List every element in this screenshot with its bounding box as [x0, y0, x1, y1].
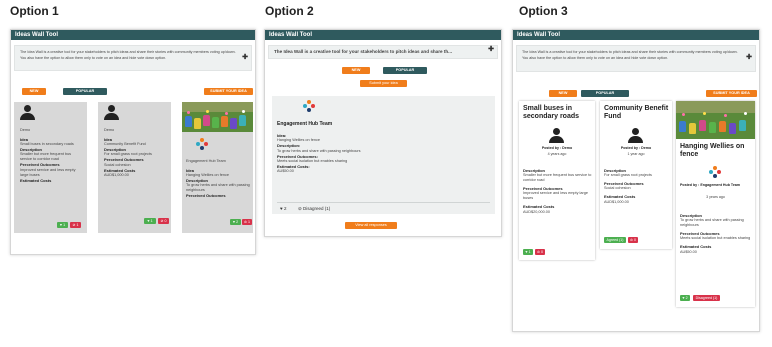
- description-text: The Idea Wall is a creative tool for you…: [20, 50, 236, 60]
- popular-button[interactable]: POPULAR: [383, 67, 427, 74]
- card-author: Demo: [104, 128, 115, 132]
- dislike-button[interactable]: ⊘ 0: [158, 218, 169, 224]
- card-title: Small buses in secondary roads: [523, 105, 580, 120]
- card-author: Engagement Hub Team: [277, 121, 333, 127]
- posted-by: Posted by : Demo: [541, 146, 573, 150]
- post-age: 3 years ago: [706, 195, 725, 199]
- panel-header-title: Ideas Wall Tool: [265, 30, 501, 40]
- option-2-panel: Ideas Wall Tool The Idea Wall is a creat…: [264, 29, 502, 237]
- avatar-icon: [20, 105, 35, 120]
- perceived-label: Perceived Outcomes: [186, 193, 226, 199]
- option-3-panel: Ideas Wall Tool The Idea Wall is a creat…: [512, 29, 760, 332]
- disagree-button[interactable]: Disagreed (1): [693, 295, 720, 301]
- engagement-hub-logo-icon: [303, 100, 315, 112]
- option-1-title: Option 1: [10, 4, 59, 18]
- estimated-text: AUD$20,000.00: [523, 209, 551, 214]
- option-2-title: Option 2: [265, 4, 314, 18]
- like-button[interactable]: ♥ 1: [144, 218, 156, 224]
- engagement-hub-logo-icon: [709, 166, 721, 178]
- idea-card[interactable]: Hanging Wellies on fence Posted by : Eng…: [676, 101, 755, 307]
- card-title: Community Benefit Fund: [604, 105, 669, 120]
- perceived-text: Improved service and less empty large bu…: [20, 167, 76, 177]
- dislike-icon: ⊘: [298, 206, 302, 211]
- expand-plus-icon[interactable]: ✚: [488, 46, 494, 53]
- description-text: To grow herbs and share with passing nei…: [680, 218, 744, 228]
- perceived-text: Meets social isolation but enables shari…: [680, 236, 751, 241]
- card-author: Engagement Hub Team: [186, 159, 226, 163]
- posted-by: Posted by : Demo: [620, 146, 652, 150]
- like-button[interactable]: ♥ 1: [57, 222, 68, 228]
- description-text: For small grass root projects: [604, 173, 652, 178]
- avatar-icon: [104, 105, 119, 120]
- estimated-text: AU$50.00: [277, 169, 294, 174]
- disagree-button[interactable]: ⊘ Disagreed (1): [298, 206, 330, 212]
- card-title: Hanging Wellies on fence: [680, 143, 745, 158]
- idea-card[interactable]: Engagement Hub Team Idea: Hanging Wellie…: [272, 96, 495, 214]
- dislike-button[interactable]: ⊘ 1: [242, 219, 252, 225]
- estimated-label: Estimated Costs: [20, 177, 52, 183]
- agree-button[interactable]: Agreed (1): [604, 237, 626, 243]
- wellies-photo: [676, 101, 755, 139]
- dislike-button[interactable]: ⊘ 0: [628, 237, 638, 243]
- avatar-icon: [628, 128, 643, 143]
- idea-card[interactable]: Small buses in secondary roads Posted by…: [519, 101, 595, 260]
- perceived-text: Social cohesion: [604, 186, 631, 191]
- description-box[interactable]: The Idea Wall is a creative tool for you…: [516, 45, 756, 72]
- like-button[interactable]: ♥ 2: [280, 206, 286, 211]
- dislike-button[interactable]: ⊘ 1: [70, 222, 81, 228]
- avatar-icon: [549, 128, 564, 143]
- submit-idea-button[interactable]: Submit your idea: [360, 80, 407, 87]
- description-box[interactable]: The Idea Wall is a creative tool for you…: [14, 45, 252, 71]
- estimated-text: AUD$1,000.00: [604, 199, 629, 204]
- dislike-button[interactable]: ⊘ 0: [535, 249, 545, 255]
- idea-card[interactable]: Demo Idea Community Benefit Fund Descrip…: [98, 102, 171, 233]
- posted-by: Posted by : Engagement Hub Team: [680, 183, 741, 187]
- description-text: Smaller but more frequent bus service to…: [523, 173, 592, 183]
- estimated-text: AU$50.00: [680, 249, 697, 254]
- new-button[interactable]: NEW: [342, 67, 370, 74]
- like-button[interactable]: ♥ 2: [230, 219, 241, 225]
- idea-card[interactable]: Community Benefit Fund Posted by : Demo …: [600, 101, 672, 249]
- like-button[interactable]: ♥ 1: [523, 249, 533, 255]
- perceived-text: Improved service and less empty large bu…: [523, 191, 588, 201]
- panel-header-title: Ideas Wall Tool: [11, 30, 255, 40]
- engagement-hub-logo-icon: [196, 138, 208, 150]
- popular-button[interactable]: POPULAR: [581, 90, 629, 97]
- description-text: The Idea Wall is a creative tool for you…: [522, 50, 738, 60]
- description-text: Smaller but more frequent bus service to…: [20, 152, 72, 162]
- option-1-panel: Ideas Wall Tool The Idea Wall is a creat…: [10, 29, 256, 255]
- description-text: To grow herbs and share with passing nei…: [186, 183, 250, 193]
- expand-plus-icon[interactable]: ✚: [746, 54, 752, 60]
- expand-plus-icon[interactable]: ✚: [242, 54, 248, 60]
- view-all-button[interactable]: View all responses: [345, 222, 397, 229]
- panel-header-title: Ideas Wall Tool: [513, 30, 759, 40]
- submit-idea-button[interactable]: SUBMIT YOUR IDEA: [706, 90, 757, 97]
- like-button[interactable]: ♥ 2: [680, 295, 690, 301]
- description-text: The Idea Wall is a creative tool for you…: [274, 49, 453, 54]
- option-3-title: Option 3: [519, 4, 568, 18]
- post-age: 4 years ago: [547, 152, 567, 156]
- new-button[interactable]: NEW: [22, 88, 46, 95]
- description-box[interactable]: The Idea Wall is a creative tool for you…: [268, 45, 498, 59]
- estimated-text: AUD$1,000.00: [104, 172, 129, 177]
- popular-button[interactable]: POPULAR: [63, 88, 107, 95]
- divider: [277, 202, 490, 203]
- wellies-photo: [182, 102, 253, 132]
- idea-card[interactable]: Demo Idea Small buses in secondary roads…: [14, 102, 87, 233]
- idea-card[interactable]: Engagement Hub Team Idea Hanging Wellies…: [182, 102, 253, 233]
- new-button[interactable]: NEW: [549, 90, 577, 97]
- submit-idea-button[interactable]: SUBMIT YOUR IDEA: [204, 88, 253, 95]
- post-age: 1 year ago: [627, 152, 645, 156]
- card-author: Demo: [20, 128, 31, 132]
